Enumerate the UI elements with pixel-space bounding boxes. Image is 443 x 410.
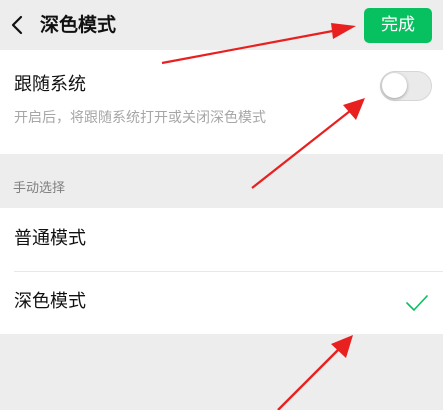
follow-system-label: 跟随系统 (14, 74, 86, 95)
toggle-knob (382, 73, 407, 98)
manual-select-header: 手动选择 (13, 181, 66, 196)
page-title: 深色模式 (40, 14, 117, 36)
option-label: 深色模式 (14, 291, 86, 312)
follow-system-description: 开启后，将跟随系统打开或关闭深色模式 (14, 110, 266, 126)
mode-options-list: 普通模式 深色模式 (0, 208, 443, 334)
option-dark-mode[interactable]: 深色模式 (0, 271, 443, 334)
follow-system-section: 跟随系统 开启后，将跟随系统打开或关闭深色模式 (0, 50, 443, 154)
done-button[interactable]: 完成 (364, 8, 432, 43)
red-arrow-to-dark-mode (277, 335, 353, 410)
top-bar: 深色模式 完成 (0, 0, 443, 50)
chevron-left-icon[interactable] (10, 15, 24, 35)
checkmark-icon (406, 295, 428, 311)
option-label: 普通模式 (14, 228, 86, 249)
option-normal-mode[interactable]: 普通模式 (0, 208, 443, 272)
follow-system-toggle[interactable] (380, 71, 432, 101)
